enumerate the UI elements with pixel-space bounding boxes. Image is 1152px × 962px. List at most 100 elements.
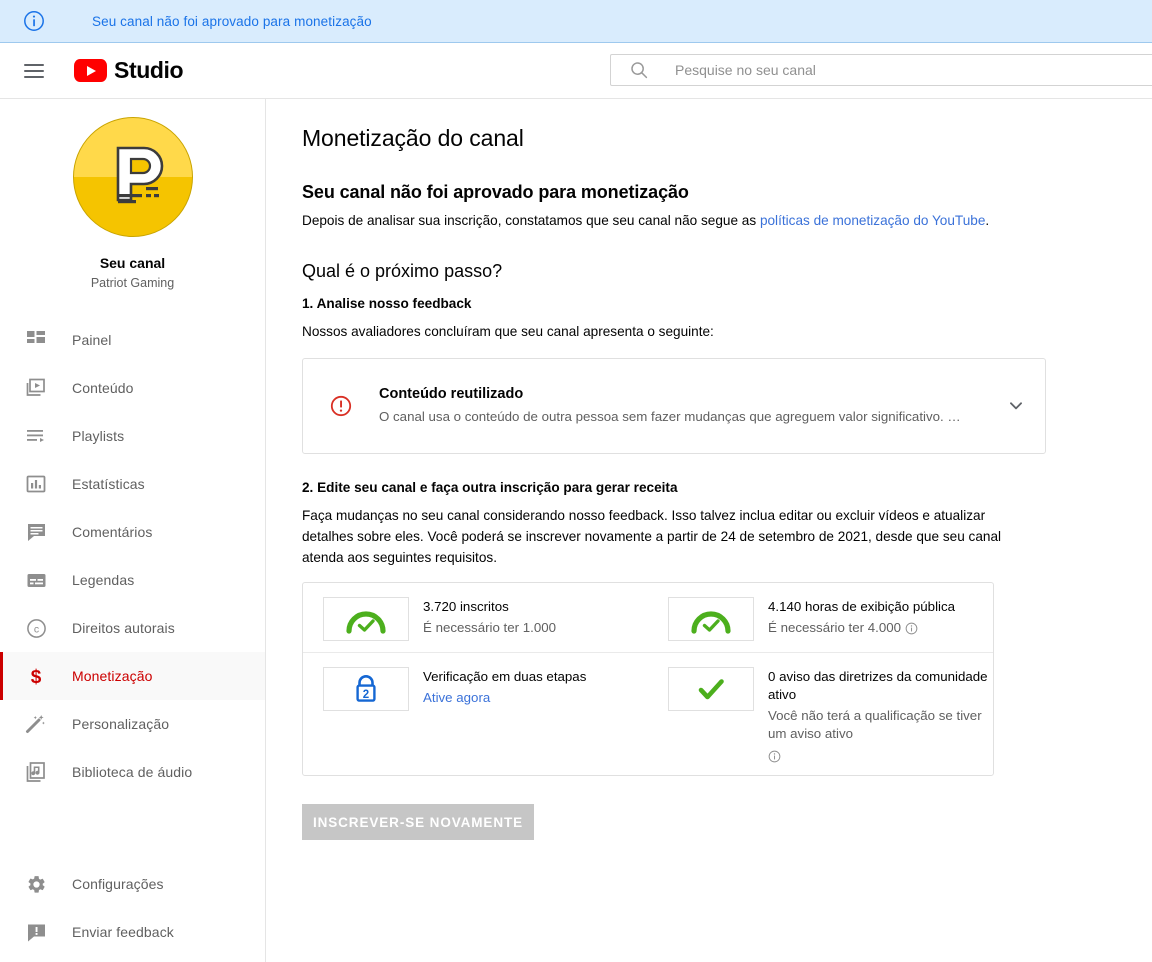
feedback-icon xyxy=(24,920,48,944)
channel-title: Seu canal xyxy=(99,255,166,271)
green-check-icon xyxy=(668,667,754,711)
requirement-watch-hours: 4.140 horas de exibição pública É necess… xyxy=(648,597,993,641)
monetization-policies-link[interactable]: políticas de monetização do YouTube xyxy=(760,213,985,228)
status-heading: Seu canal não foi aprovado para monetiza… xyxy=(302,182,689,202)
feedback-card-text: Conteúdo reutilizado O canal usa o conte… xyxy=(379,386,1005,426)
comment-icon xyxy=(24,520,48,544)
error-exclamation-circle-icon xyxy=(329,394,353,418)
requirement-sub-text: Ative agora xyxy=(423,689,586,707)
sidebar-item-label: Playlists xyxy=(72,428,125,444)
playlist-icon xyxy=(24,424,48,448)
page-title: Monetização do canal xyxy=(302,125,524,151)
svg-text:c: c xyxy=(33,623,38,635)
step1-body: Nossos avaliadores concluíram que seu ca… xyxy=(302,324,714,339)
channel-block[interactable]: Seu canal Patriot Gaming xyxy=(0,117,265,304)
requirement-info: Verificação em duas etapas Ative agora xyxy=(423,667,586,763)
sidebar-item-direitos-autorais[interactable]: c Direitos autorais xyxy=(0,604,265,652)
step1-title: 1. Analise nosso feedback xyxy=(302,296,472,311)
requirement-info: 0 aviso das diretrizes da comunidade ati… xyxy=(768,667,993,763)
gear-icon xyxy=(24,872,48,896)
feedback-card-title: Conteúdo reutilizado xyxy=(379,386,524,402)
chevron-down-icon[interactable] xyxy=(1005,395,1027,417)
sidebar-item-painel[interactable]: Painel xyxy=(0,316,265,364)
channel-name: Patriot Gaming xyxy=(90,276,175,290)
requirement-main-text: Verificação em duas etapas xyxy=(423,669,587,684)
requirement-sub-label: Você não terá a qualificação se tiver um… xyxy=(768,708,982,741)
requirements-card: 3.720 inscritos É necessário ter 1.000 4… xyxy=(302,582,994,776)
requirement-sub-text: Você não terá a qualificação se tiver um… xyxy=(768,707,993,763)
activate-now-link[interactable]: Ative agora xyxy=(423,689,490,707)
info-circle-icon xyxy=(22,9,46,33)
requirement-subscribers: 3.720 inscritos É necessário ter 1.000 xyxy=(303,597,648,641)
sidebar-item-conteudo[interactable]: Conteúdo xyxy=(0,364,265,412)
requirement-info: 4.140 horas de exibição pública É necess… xyxy=(768,597,955,641)
subtitles-icon xyxy=(24,568,48,592)
sidebar-item-legendas[interactable]: Legendas xyxy=(0,556,265,604)
sidebar-item-label: Biblioteca de áudio xyxy=(72,764,193,780)
info-circle-icon[interactable] xyxy=(768,750,781,763)
sidebar-item-monetizacao[interactable]: $ Monetização xyxy=(0,652,265,700)
requirement-two-step-verification: 2 Verificação em duas etapas Ative agora xyxy=(303,667,648,763)
requirement-main-text: 0 aviso das diretrizes da comunidade ati… xyxy=(768,669,988,702)
masthead: Studio xyxy=(0,43,1152,99)
requirement-sub-label: É necessário ter 4.000 xyxy=(768,620,902,635)
status-body: Depois de analisar sua inscrição, consta… xyxy=(302,210,1002,231)
sidebar-item-label: Legendas xyxy=(72,572,135,588)
search-input[interactable] xyxy=(675,62,1075,78)
requirement-sub-text: É necessário ter 1.000 xyxy=(423,619,556,637)
svg-text:$: $ xyxy=(31,667,42,687)
step2-title: 2. Edite seu canal e faça outra inscriçã… xyxy=(302,480,678,495)
sidebar-item-label: Enviar feedback xyxy=(72,924,174,940)
main-content: Monetização do canal Seu canal não foi a… xyxy=(266,99,1152,962)
requirement-main-text: 4.140 horas de exibição pública xyxy=(768,599,956,614)
sidebar-item-estatisticas[interactable]: Estatísticas xyxy=(0,460,265,508)
sidebar-item-label: Direitos autorais xyxy=(72,620,175,636)
sidebar-item-biblioteca-de-audio[interactable]: Biblioteca de áudio xyxy=(0,748,265,796)
copyright-icon: c xyxy=(24,616,48,640)
feedback-card[interactable]: Conteúdo reutilizado O canal usa o conte… xyxy=(302,358,1046,454)
requirements-row: 2 Verificação em duas etapas Ative agora xyxy=(303,652,993,763)
status-body-after: . xyxy=(985,213,990,228)
sidebar-item-enviar-feedback[interactable]: Enviar feedback xyxy=(0,908,265,956)
sidebar: Seu canal Patriot Gaming Painel Conteúdo… xyxy=(0,99,266,962)
requirement-community-guidelines: 0 aviso das diretrizes da comunidade ati… xyxy=(648,667,993,763)
feedback-card-description: O canal usa o conteúdo de outra pessoa s… xyxy=(379,409,961,424)
info-circle-icon[interactable] xyxy=(905,622,918,635)
bar-chart-icon xyxy=(24,472,48,496)
search-bar[interactable] xyxy=(610,54,1152,86)
sidebar-bottom-nav: Configurações Enviar feedback xyxy=(0,860,265,956)
sidebar-item-label: Personalização xyxy=(72,716,170,732)
channel-avatar-p-logo xyxy=(72,117,193,237)
audio-library-icon xyxy=(24,760,48,784)
studio-logo[interactable]: Studio xyxy=(74,57,184,84)
banner-text: Seu canal não foi aprovado para monetiza… xyxy=(92,13,372,29)
resubmit-button[interactable]: INSCREVER-SE NOVAMENTE xyxy=(302,804,534,840)
sidebar-item-label: Comentários xyxy=(72,524,153,540)
sidebar-item-playlists[interactable]: Playlists xyxy=(0,412,265,460)
app-body: Seu canal Patriot Gaming Painel Conteúdo… xyxy=(0,99,1152,962)
sidebar-item-label: Configurações xyxy=(72,876,164,892)
monetization-status-banner: Seu canal não foi aprovado para monetiza… xyxy=(0,0,1152,43)
video-frame-icon xyxy=(24,376,48,400)
requirements-row: 3.720 inscritos É necessário ter 1.000 4… xyxy=(303,597,993,641)
step2-body: Faça mudanças no seu canal considerando … xyxy=(302,508,1002,565)
status-body-before: Depois de analisar sua inscrição, consta… xyxy=(302,213,760,228)
sidebar-item-configuracoes[interactable]: Configurações xyxy=(0,860,265,908)
sidebar-item-comentarios[interactable]: Comentários xyxy=(0,508,265,556)
next-step-heading: Qual é o próximo passo? xyxy=(302,261,503,281)
sidebar-item-label: Painel xyxy=(72,332,112,348)
requirement-sub-text: É necessário ter 4.000 xyxy=(768,619,955,637)
dashboard-icon xyxy=(24,328,48,352)
svg-text:2: 2 xyxy=(363,689,369,701)
requirement-sub-label: É necessário ter 1.000 xyxy=(423,620,557,635)
hamburger-menu-icon[interactable] xyxy=(24,59,48,83)
green-gauge-check-icon xyxy=(668,597,754,641)
green-gauge-check-icon xyxy=(323,597,409,641)
requirement-info: 3.720 inscritos É necessário ter 1.000 xyxy=(423,597,556,641)
magic-wand-icon xyxy=(24,712,48,736)
sidebar-item-label: Monetização xyxy=(72,668,153,684)
youtube-play-logo-icon xyxy=(74,59,107,82)
sidebar-item-personalizacao[interactable]: Personalização xyxy=(0,700,265,748)
search-icon xyxy=(629,60,649,80)
sidebar-item-label: Conteúdo xyxy=(72,380,134,396)
